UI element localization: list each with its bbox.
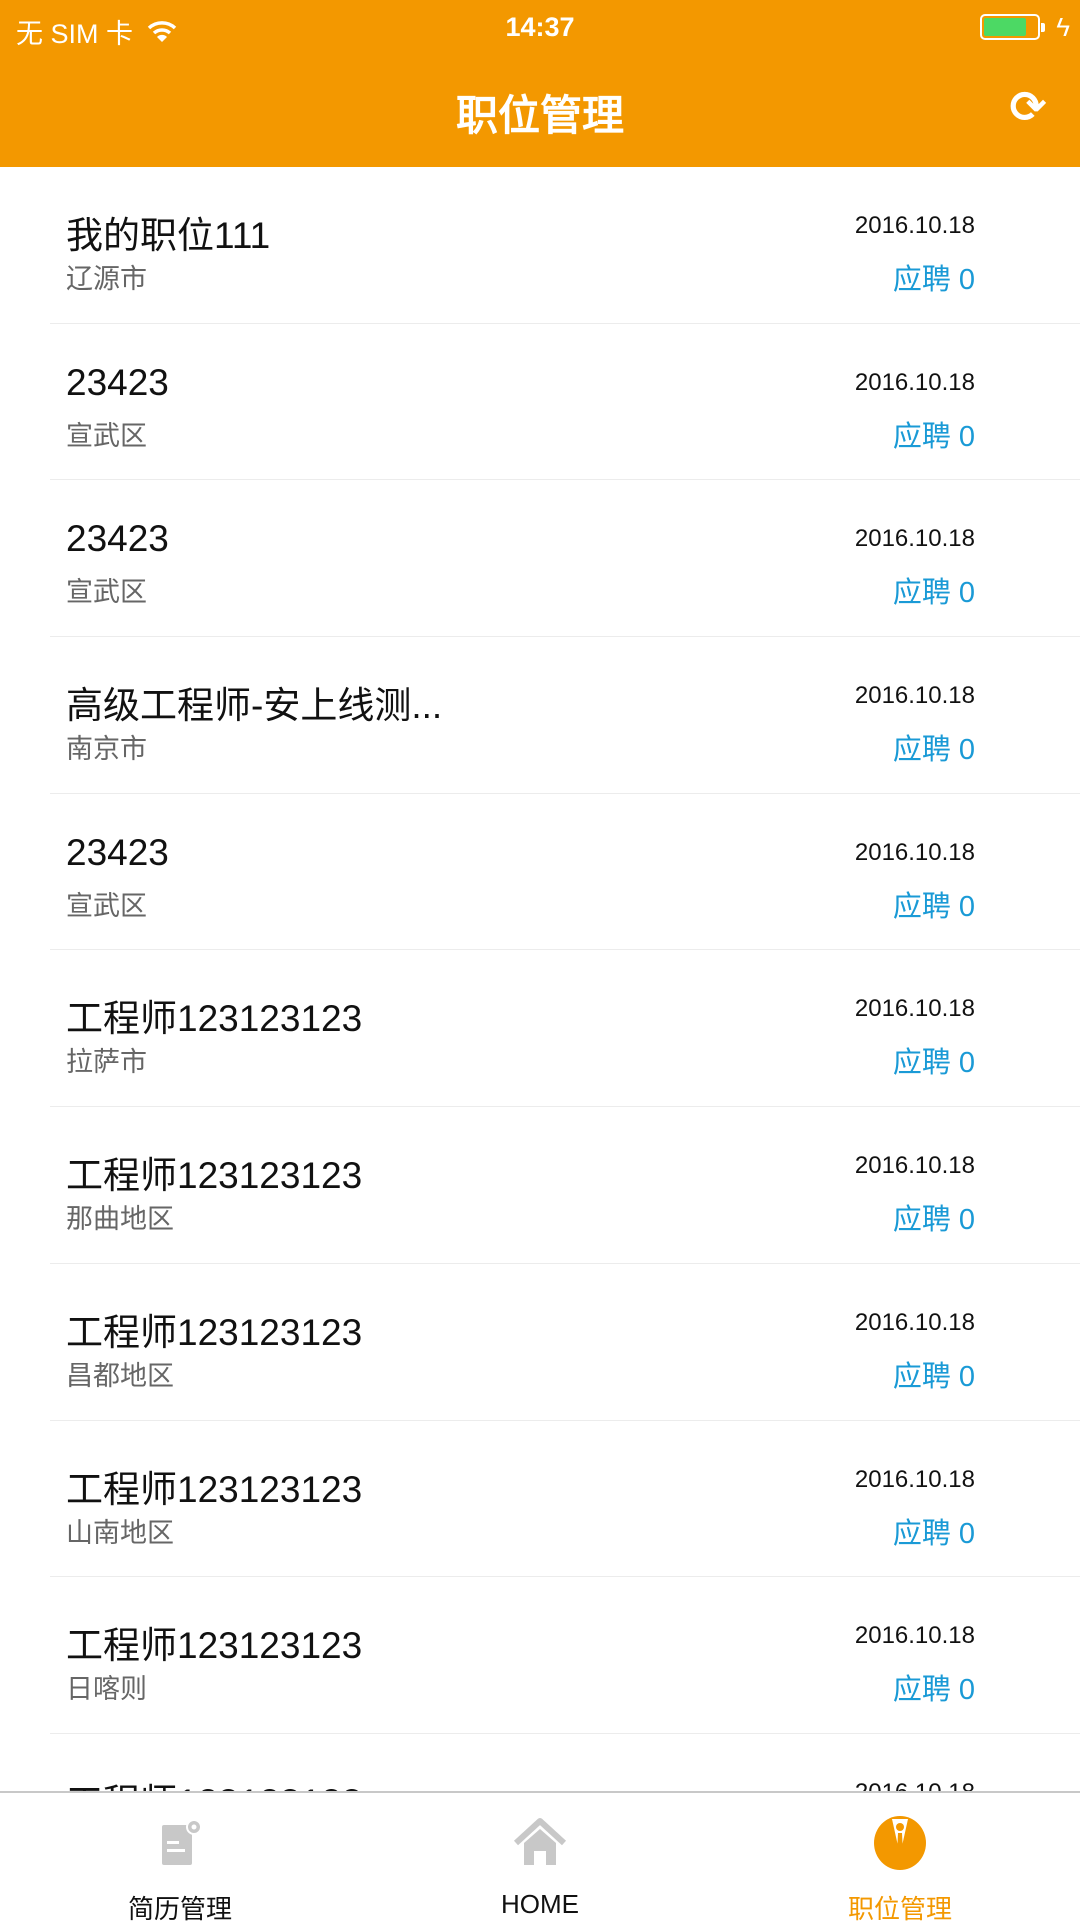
job-date: 2016.10.18 <box>854 1308 975 1336</box>
job-date: 2016.10.18 <box>854 838 975 866</box>
job-list-item[interactable]: 高级工程师-安上线测... 南京市 2016.10.18 应聘 0 <box>0 637 1080 794</box>
job-list-item[interactable]: 工程师123123123 拉萨市 2016.10.18 应聘 0 <box>0 950 1080 1107</box>
job-list-item[interactable]: 工程师123123123 昌都地区 2016.10.18 应聘 0 <box>0 1264 1080 1421</box>
status-bar: 无 SIM 卡 14:37 ϟ <box>0 8 1080 49</box>
job-title: 23423 <box>66 831 169 873</box>
job-title: 工程师123123123 <box>66 1155 363 1197</box>
tab-resume-management[interactable]: 简历管理 <box>0 1793 360 1924</box>
applicant-count: 应聘 0 <box>892 420 975 453</box>
applicant-count: 应聘 0 <box>892 1674 975 1707</box>
tab-home[interactable]: HOME <box>360 1793 720 1920</box>
job-title: 23423 <box>66 518 169 560</box>
job-list-item[interactable]: 工程师123123123 2016.10.18 <box>0 1734 1080 1791</box>
job-date: 2016.10.18 <box>854 1152 975 1180</box>
resume-settings-icon <box>162 1819 202 1865</box>
job-list[interactable]: 我的职位111 辽源市 2016.10.18 应聘 0 23423 宣武区 2016.10.… <box>0 167 1080 1791</box>
charging-icon: ϟ <box>1056 12 1070 42</box>
job-date: 2016.10.18 <box>854 1465 975 1493</box>
job-title: 工程师123123123 <box>66 1772 362 1791</box>
job-date: 2016.10.18 <box>854 525 975 553</box>
job-tie-icon <box>874 1816 926 1870</box>
job-location: 山南地区 <box>66 1517 174 1548</box>
job-list-item[interactable]: 23423 宣武区 2016.10.18 应聘 0 <box>0 324 1080 481</box>
job-location: 昌都地区 <box>66 1360 174 1391</box>
job-title: 高级工程师-安上线测... <box>66 685 443 727</box>
job-list-item[interactable]: 23423 宣武区 2016.10.18 应聘 0 <box>0 794 1080 951</box>
job-title: 工程师123123123 <box>66 998 363 1040</box>
refresh-icon[interactable]: ⟳ <box>1006 86 1050 130</box>
job-title: 工程师123123123 <box>66 1311 363 1353</box>
job-title: 工程师123123123 <box>66 1468 363 1510</box>
job-date: 2016.10.18 <box>854 1622 975 1650</box>
page-title: 职位管理 <box>455 92 624 139</box>
job-date: 2016.10.18 <box>855 1779 975 1791</box>
battery-icon <box>980 14 1045 40</box>
applicant-count: 应聘 0 <box>892 577 975 610</box>
tab-bar: 简历管理 HOME 职位管理 <box>0 1791 1080 1924</box>
tab-label: HOME <box>501 1889 579 1919</box>
applicant-count: 应聘 0 <box>892 1204 975 1237</box>
job-location: 南京市 <box>66 734 147 765</box>
job-list-item[interactable]: 工程师123123123 山南地区 2016.10.18 应聘 0 <box>0 1421 1080 1578</box>
tab-job-management[interactable]: 职位管理 <box>720 1793 1080 1924</box>
applicant-count: 应聘 0 <box>892 1517 975 1550</box>
job-location: 拉萨市 <box>66 1047 147 1078</box>
job-location: 日喀则 <box>66 1674 147 1705</box>
job-title: 工程师123123123 <box>66 1625 363 1667</box>
applicant-count: 应聘 0 <box>892 734 975 767</box>
job-list-item[interactable]: 我的职位111 辽源市 2016.10.18 应聘 0 <box>0 167 1080 324</box>
tab-label: 职位管理 <box>847 1894 952 1924</box>
applicant-count: 应聘 0 <box>892 890 975 923</box>
job-list-item[interactable]: 工程师123123123 日喀则 2016.10.18 应聘 0 <box>0 1577 1080 1734</box>
job-title: 我的职位111 <box>66 215 271 256</box>
job-title: 23423 <box>66 361 169 403</box>
home-icon <box>513 1818 567 1865</box>
job-location: 宣武区 <box>66 420 147 451</box>
job-date: 2016.10.18 <box>854 995 975 1023</box>
clock: 14:37 <box>505 12 575 42</box>
job-location: 辽源市 <box>66 264 147 294</box>
job-date: 2016.10.18 <box>854 212 975 239</box>
job-list-item[interactable]: 工程师123123123 那曲地区 2016.10.18 应聘 0 <box>0 1107 1080 1264</box>
applicant-count: 应聘 0 <box>892 264 975 296</box>
job-list-item[interactable]: 23423 宣武区 2016.10.18 应聘 0 <box>0 480 1080 637</box>
job-location: 宣武区 <box>66 577 147 608</box>
job-date: 2016.10.18 <box>854 682 975 710</box>
applicant-count: 应聘 0 <box>892 1047 975 1080</box>
job-location: 宣武区 <box>66 890 147 921</box>
job-date: 2016.10.18 <box>854 368 975 396</box>
nav-header: 无 SIM 卡 14:37 ϟ 职位管理 ⟳ <box>0 0 1080 167</box>
applicant-count: 应聘 0 <box>892 1360 975 1393</box>
job-location: 那曲地区 <box>66 1204 174 1235</box>
tab-label: 简历管理 <box>127 1894 232 1924</box>
